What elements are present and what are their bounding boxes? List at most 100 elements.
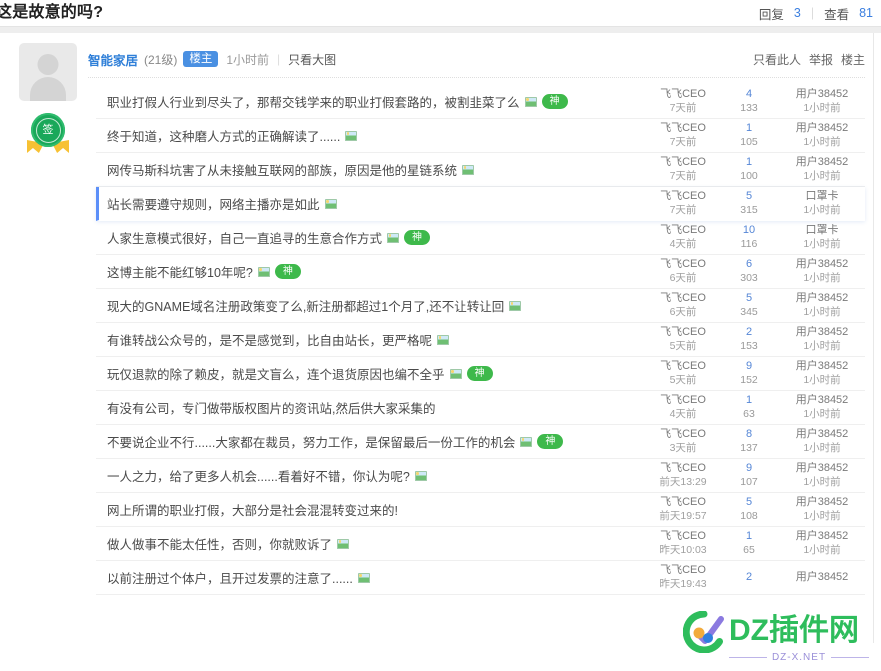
thread-author-name[interactable]: 飞飞CEO bbox=[647, 190, 719, 204]
table-row[interactable]: 玩仅退款的除了赖皮，就是文盲么，连个退货原因也编不全乎神飞飞CEO 5天前 9 152… bbox=[96, 357, 865, 391]
view-large-image-link[interactable]: 只看大图 bbox=[288, 51, 336, 68]
thread-reply-count[interactable]: 4 bbox=[719, 88, 779, 102]
thread-last-user[interactable]: 用户38452 bbox=[779, 530, 865, 544]
thread-view-count: 116 bbox=[740, 237, 758, 250]
thread-title-cell: 现大的GNAME域名注册政策变了么,新注册都超过1个月了,还不让转让回 bbox=[107, 296, 647, 315]
thread-reply-count[interactable]: 10 bbox=[719, 224, 779, 238]
table-row[interactable]: 终于知道，这种磨人方式的正确解读了...... 飞飞CEO 7天前 1 105 用户384… bbox=[96, 119, 865, 153]
thread-link[interactable]: 做人做事不能太任性，否则，你就败诉了 bbox=[107, 534, 332, 553]
thread-last-user[interactable]: 口罩卡 bbox=[779, 190, 865, 204]
table-row[interactable]: 站长需要遵守规则，网络主播亦是如此 飞飞CEO 7天前 5 315 口罩卡 1小时前 bbox=[96, 187, 865, 221]
thread-author-cell: 飞飞CEO 4天前 bbox=[647, 394, 719, 421]
thread-author-name[interactable]: 飞飞CEO bbox=[647, 224, 719, 238]
thread-link[interactable]: 人家生意模式很好，自己一直追寻的生意合作方式 bbox=[107, 228, 382, 247]
avatar[interactable] bbox=[19, 43, 77, 101]
table-row[interactable]: 人家生意模式很好，自己一直追寻的生意合作方式神飞飞CEO 4天前 10 116 口罩卡 1… bbox=[96, 221, 865, 255]
report-button[interactable]: 举报 bbox=[809, 51, 833, 68]
thread-link[interactable]: 职业打假人行业到尽头了，那帮交钱学来的职业打假套路的，被割韭菜了么 bbox=[107, 92, 520, 111]
thread-author-time: 3天前 bbox=[669, 441, 697, 454]
thread-link[interactable]: 这博主能不能红够10年呢? bbox=[107, 262, 253, 281]
thread-reply-count[interactable]: 2 bbox=[719, 571, 779, 585]
thread-last-user[interactable]: 用户38452 bbox=[779, 360, 865, 374]
post-header-left: 智能家居 (21级) 楼主 1小时前 | 只看大图 bbox=[88, 50, 336, 69]
thread-author-time: 7天前 bbox=[669, 101, 697, 114]
thread-last-user[interactable]: 用户38452 bbox=[779, 122, 865, 136]
thread-author-name[interactable]: 飞飞CEO bbox=[647, 326, 719, 340]
thread-count-cell: 1 100 bbox=[719, 156, 779, 183]
thread-link[interactable]: 现大的GNAME域名注册政策变了么,新注册都超过1个月了,还不让转让回 bbox=[107, 296, 504, 315]
thread-last-user[interactable]: 用户38452 bbox=[779, 292, 865, 306]
thread-last-user[interactable]: 口罩卡 bbox=[779, 224, 865, 238]
thread-reply-count[interactable]: 1 bbox=[719, 530, 779, 544]
thread-last-user[interactable]: 用户38452 bbox=[779, 88, 865, 102]
thread-count-cell: 1 65 bbox=[719, 530, 779, 557]
thread-reply-count[interactable]: 8 bbox=[719, 428, 779, 442]
post-author-name[interactable]: 智能家居 bbox=[88, 50, 138, 69]
thread-author-name[interactable]: 飞飞CEO bbox=[647, 88, 719, 102]
thread-last-time: 1小时前 bbox=[803, 271, 841, 284]
thread-reply-count[interactable]: 6 bbox=[719, 258, 779, 272]
table-row[interactable]: 不要说企业不行......大家都在裁员，努力工作，是保留最后一份工作的机会 神 飞飞… bbox=[96, 425, 865, 459]
original-poster-button[interactable]: 楼主 bbox=[841, 51, 865, 68]
thread-author-name[interactable]: 飞飞CEO bbox=[647, 258, 719, 272]
thread-link[interactable]: 网传马斯科坑害了从未接触互联网的部族，原因是他的星链系统 bbox=[107, 160, 457, 179]
thread-reply-count[interactable]: 2 bbox=[719, 326, 779, 340]
thread-reply-count[interactable]: 9 bbox=[719, 360, 779, 374]
thread-link[interactable]: 终于知道，这种磨人方式的正确解读了...... bbox=[107, 126, 340, 145]
thread-link[interactable]: 有没有公司，专门做带版权图片的资讯站,然后供大家采集的 bbox=[107, 398, 435, 417]
thread-reply-count[interactable]: 1 bbox=[719, 156, 779, 170]
table-row[interactable]: 网上所谓的职业打假，大部分是社会混混转变过来的! 飞飞CEO 前天19:57 5 108… bbox=[96, 493, 865, 527]
table-row[interactable]: 有谁转战公众号的，是不是感觉到，比自由站长，更严格呢 飞飞CEO 5天前 2 153 用户… bbox=[96, 323, 865, 357]
table-row[interactable]: 职业打假人行业到尽头了，那帮交钱学来的职业打假套路的，被割韭菜了么 神 飞飞CEO 7… bbox=[96, 85, 865, 119]
thread-link[interactable]: 一人之力，给了更多人机会......看着好不错，你认为呢? bbox=[107, 466, 410, 485]
table-row[interactable]: 有没有公司，专门做带版权图片的资讯站,然后供大家采集的 飞飞CEO 4天前 1 63 用户… bbox=[96, 391, 865, 425]
thread-author-name[interactable]: 飞飞CEO bbox=[647, 530, 719, 544]
thread-reply-count[interactable]: 1 bbox=[719, 394, 779, 408]
god-badge: 神 bbox=[466, 366, 493, 381]
thread-last-user[interactable]: 用户38452 bbox=[779, 496, 865, 510]
thread-reply-count[interactable]: 9 bbox=[719, 462, 779, 476]
thread-last-user[interactable]: 用户38452 bbox=[779, 394, 865, 408]
thread-author-name[interactable]: 飞飞CEO bbox=[647, 496, 719, 510]
thread-last-user[interactable]: 用户38452 bbox=[779, 428, 865, 442]
thread-author-time: 5天前 bbox=[669, 373, 697, 386]
table-row[interactable]: 现大的GNAME域名注册政策变了么,新注册都超过1个月了,还不让转让回 飞飞CEO… bbox=[96, 289, 865, 323]
thread-author-name[interactable]: 飞飞CEO bbox=[647, 292, 719, 306]
table-row[interactable]: 一人之力，给了更多人机会......看着好不错，你认为呢? 飞飞CEO 前天13:2… bbox=[96, 459, 865, 493]
thread-count-cell: 5 108 bbox=[719, 496, 779, 523]
thread-reply-count[interactable]: 5 bbox=[719, 190, 779, 204]
thread-reply-count[interactable]: 5 bbox=[719, 496, 779, 510]
thread-author-name[interactable]: 飞飞CEO bbox=[647, 462, 719, 476]
thread-author-name[interactable]: 飞飞CEO bbox=[647, 360, 719, 374]
thread-last-user[interactable]: 用户38452 bbox=[779, 571, 865, 585]
thread-reply-count[interactable]: 1 bbox=[719, 122, 779, 136]
post-author-level: (21级) bbox=[144, 52, 178, 67]
thread-author-name[interactable]: 飞飞CEO bbox=[647, 564, 719, 578]
thread-author-name[interactable]: 飞飞CEO bbox=[647, 122, 719, 136]
only-this-user-button[interactable]: 只看此人 bbox=[753, 51, 801, 68]
thread-stats: 回复 3 | 查看 81 bbox=[759, 4, 873, 23]
thread-author-name[interactable]: 飞飞CEO bbox=[647, 394, 719, 408]
thread-author-name[interactable]: 飞飞CEO bbox=[647, 156, 719, 170]
thread-last-user[interactable]: 用户38452 bbox=[779, 258, 865, 272]
table-row[interactable]: 以前注册过个体户，且开过发票的注意了...... 飞飞CEO 昨天19:43 2 用户3… bbox=[96, 561, 865, 595]
thread-link[interactable]: 有谁转战公众号的，是不是感觉到，比自由站长，更严格呢 bbox=[107, 330, 432, 349]
thread-link[interactable]: 不要说企业不行......大家都在裁员，努力工作，是保留最后一份工作的机会 bbox=[107, 432, 515, 451]
table-row[interactable]: 网传马斯科坑害了从未接触互联网的部族，原因是他的星链系统 飞飞CEO 7天前 1 100… bbox=[96, 153, 865, 187]
thread-last-user[interactable]: 用户38452 bbox=[779, 156, 865, 170]
thread-count-cell: 8 137 bbox=[719, 428, 779, 455]
table-row[interactable]: 这博主能不能红够10年呢? 神飞飞CEO 6天前 6 303 用户38452 1小时前 bbox=[96, 255, 865, 289]
thread-link[interactable]: 网上所谓的职业打假，大部分是社会混混转变过来的! bbox=[107, 500, 398, 519]
thread-link[interactable]: 玩仅退款的除了赖皮，就是文盲么，连个退货原因也编不全乎 bbox=[107, 364, 445, 383]
thread-author-cell: 飞飞CEO 6天前 bbox=[647, 258, 719, 285]
thread-last-user[interactable]: 用户38452 bbox=[779, 326, 865, 340]
thread-last-user[interactable]: 用户38452 bbox=[779, 462, 865, 476]
thread-view-count: 133 bbox=[740, 101, 758, 114]
table-row[interactable]: 做人做事不能太任性，否则，你就败诉了 飞飞CEO 昨天10:03 1 65 用户38452… bbox=[96, 527, 865, 561]
thread-author-name[interactable]: 飞飞CEO bbox=[647, 428, 719, 442]
thread-link[interactable]: 以前注册过个体户，且开过发票的注意了...... bbox=[107, 568, 353, 587]
avatar-body-shape bbox=[30, 77, 66, 101]
thread-reply-count[interactable]: 5 bbox=[719, 292, 779, 306]
image-attachment-icon bbox=[449, 368, 462, 379]
thread-link[interactable]: 站长需要遵守规则，网络主播亦是如此 bbox=[107, 194, 320, 213]
